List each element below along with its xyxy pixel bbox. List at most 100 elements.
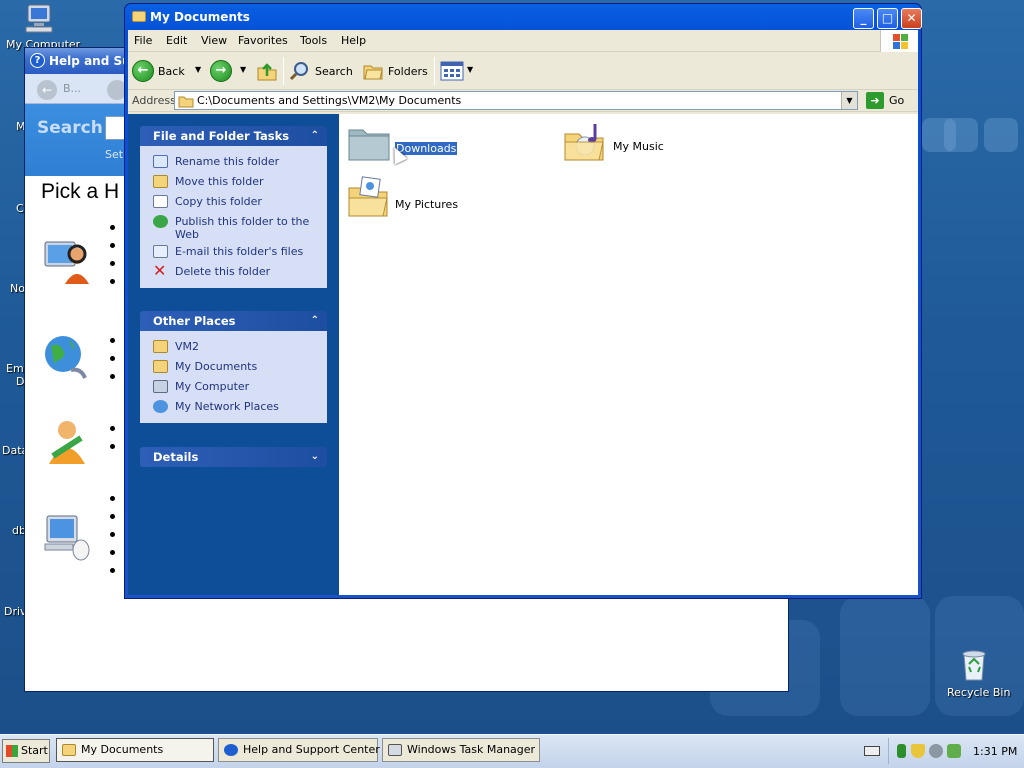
copy-icon [153,195,168,208]
other-places-header[interactable]: Other Places ⌃ [140,311,327,331]
place-label: My Computer [175,380,250,393]
details-header[interactable]: Details ⌄ [140,447,327,467]
maximize-button[interactable]: □ [877,8,898,29]
toolbar: ← Back ▼ → ▼ Search Folders ▼ [128,52,918,90]
keyboard-icon[interactable] [864,746,880,756]
menu-help[interactable]: Help [341,34,366,47]
list-bullet [110,532,115,537]
views-icon[interactable] [440,61,464,81]
search-button[interactable]: Search [315,65,353,78]
taskbar-button-my-documents[interactable]: My Documents [56,738,214,762]
windows-logo-icon [880,30,918,52]
forward-dropdown-arrow-icon[interactable]: ▼ [240,65,246,74]
folders-button[interactable]: Folders [388,65,428,78]
menu-tools[interactable]: Tools [300,34,327,47]
clock[interactable]: 1:31 PM [973,745,1017,758]
help-back-label: B... [63,82,82,95]
folder-item-my-music[interactable]: My Music [563,120,683,168]
windows-logo-icon [6,745,18,757]
folders-icon[interactable] [362,61,384,81]
desktop-icon-recycle-bin[interactable]: Recycle Bin [944,648,1010,704]
place-vm2[interactable]: VM2 [140,337,327,357]
go-button[interactable]: Go [889,94,904,107]
go-arrow-icon[interactable]: ➜ [866,92,884,109]
explorer-content: File and Folder Tasks ⌃ Rename this fold… [128,114,918,595]
list-bullet [110,444,115,449]
explorer-client-area: File Edit View Favorites Tools Help ← Ba… [128,30,918,595]
menu-favorites[interactable]: Favorites [238,34,288,47]
search-icon[interactable] [289,60,311,82]
task-label: Copy this folder [175,195,262,208]
collapse-chevron-icon[interactable]: ⌃ [311,126,319,146]
back-arrow-icon[interactable]: ← [132,60,154,82]
task-pane: File and Folder Tasks ⌃ Rename this fold… [128,114,339,595]
address-bar: Address C:\Documents and Settings\VM2\My… [128,90,918,112]
address-dropdown-button[interactable]: ▼ [841,92,857,109]
folder-item-downloads[interactable]: Downloads [347,122,467,168]
list-bullet [110,550,115,555]
address-value: C:\Documents and Settings\VM2\My Documen… [197,94,462,107]
task-delete-folder[interactable]: ✕ Delete this folder [140,262,327,282]
connection-tray-icon[interactable] [947,744,961,758]
move-icon [153,175,168,188]
taskbar-button-label: My Documents [81,743,164,756]
task-move-folder[interactable]: Move this folder [140,172,327,192]
menu-file[interactable]: File [134,34,152,47]
other-places-body: VM2 My Documents My Computer My Network … [140,331,327,423]
help-back-button[interactable]: ← [37,80,57,100]
up-folder-icon[interactable] [256,60,278,82]
task-label: Move this folder [175,175,264,188]
back-dropdown-arrow-icon[interactable]: ▼ [195,65,201,74]
help-computer-mouse-icon [44,515,90,561]
list-bullet [110,374,115,379]
security-shield-icon[interactable] [911,744,925,758]
email-icon [153,245,168,258]
close-button[interactable]: ✕ [901,8,922,29]
place-label: VM2 [175,340,200,353]
computer-icon [25,4,53,33]
file-and-folder-tasks-body: Rename this folder Move this folder Copy… [140,146,327,288]
desktop-decoration [944,118,978,152]
file-and-folder-tasks-header[interactable]: File and Folder Tasks ⌃ [140,126,327,146]
views-dropdown-arrow-icon[interactable]: ▼ [467,65,473,74]
network-tray-icon[interactable] [897,744,906,758]
address-label: Address [132,94,176,107]
place-my-computer[interactable]: My Computer [140,377,327,397]
desktop-icon-my-computer[interactable]: My Computer [6,2,80,51]
list-bullet [110,426,115,431]
back-button[interactable]: Back [158,65,185,78]
task-email-folder[interactable]: E-mail this folder's files [140,242,327,262]
task-rename-folder[interactable]: Rename this folder [140,152,327,172]
menu-view[interactable]: View [201,34,227,47]
file-and-folder-tasks-panel: File and Folder Tasks ⌃ Rename this fold… [140,126,327,288]
list-bullet [110,568,115,573]
folder-item-my-pictures[interactable]: My Pictures [347,176,467,224]
place-my-network-places[interactable]: My Network Places [140,397,327,417]
taskbar: Start My Documents Help and Support Cent… [0,734,1024,768]
settings-tray-icon[interactable] [929,744,943,758]
address-input[interactable]: C:\Documents and Settings\VM2\My Documen… [174,91,858,110]
expand-chevron-icon[interactable]: ⌄ [311,447,319,467]
help-support-person-icon [44,241,89,284]
taskbar-button-help-and-support[interactable]: Help and Support Center [218,738,380,762]
menu-edit[interactable]: Edit [166,34,187,47]
list-bullet [110,356,115,361]
task-publish-folder[interactable]: Publish this folder to the Web [140,212,327,242]
task-copy-folder[interactable]: Copy this folder [140,192,327,212]
task-label: Publish this folder to the Web [175,215,310,241]
taskbar-button-task-manager[interactable]: Windows Task Manager [382,738,540,762]
list-bullet [110,514,115,519]
file-list[interactable]: Downloads My Music My Pictures [339,114,918,595]
folder-icon [62,744,76,756]
system-tray: 1:31 PM [888,738,1022,764]
help-icon: ? [30,53,45,68]
place-my-documents[interactable]: My Documents [140,357,327,377]
collapse-chevron-icon[interactable]: ⌃ [311,311,319,331]
my-documents-window[interactable]: My Documents _ □ ✕ File Edit View Favori… [124,3,922,599]
start-button[interactable]: Start [2,739,50,763]
explorer-window-title: My Documents [150,10,250,24]
explorer-title-bar[interactable]: My Documents _ □ ✕ [128,4,922,30]
minimize-button[interactable]: _ [853,8,874,29]
place-label: My Network Places [175,400,279,413]
forward-arrow-icon[interactable]: → [210,60,232,82]
